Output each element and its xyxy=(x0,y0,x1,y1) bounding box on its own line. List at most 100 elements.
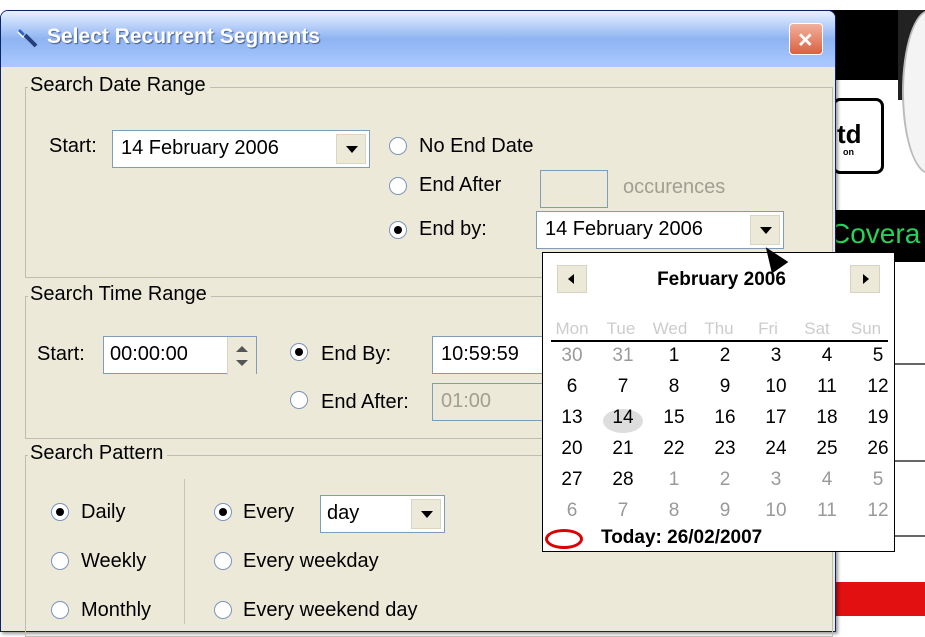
background-line xyxy=(895,535,925,537)
title-bar[interactable]: Select Recurrent Segments × xyxy=(1,11,835,67)
time-end-after-radio[interactable] xyxy=(290,391,308,409)
calendar-day[interactable]: 17 xyxy=(756,407,796,429)
calendar-day[interactable]: 18 xyxy=(807,407,847,429)
calendar-day[interactable]: 11 xyxy=(807,500,847,522)
calendar-day[interactable]: 3 xyxy=(756,469,796,491)
search-pattern-legend: Search Pattern xyxy=(28,442,168,465)
calendar-day[interactable]: 24 xyxy=(756,438,796,460)
calendar-day[interactable]: 13 xyxy=(552,407,592,429)
background-white-panel xyxy=(895,262,925,582)
time-end-by-label: End By: xyxy=(321,343,392,365)
calendar-day[interactable]: 5 xyxy=(858,345,898,367)
end-by-date-dropdown[interactable]: 14 February 2006 xyxy=(536,211,784,249)
time-start-field[interactable]: 00:00:00 xyxy=(103,336,257,375)
time-start-spinner[interactable] xyxy=(227,337,256,375)
calendar-day[interactable]: 10 xyxy=(756,500,796,522)
time-end-after-value: 01:00 xyxy=(441,390,492,412)
end-after-occurrences-field[interactable] xyxy=(540,170,608,208)
weekday-label: Tue xyxy=(606,319,636,338)
calendar-day[interactable]: 9 xyxy=(705,376,745,398)
every-dropdown[interactable]: day xyxy=(320,495,445,533)
time-end-by-field[interactable]: 10:59:59 xyxy=(432,336,544,374)
calendar-month-title: February 2006 xyxy=(657,269,786,290)
today-label[interactable]: Today: 26/02/2007 xyxy=(601,527,762,549)
background-red-bar xyxy=(826,582,925,616)
monthly-radio[interactable] xyxy=(51,601,69,619)
every-weekend-day-label: Every weekend day xyxy=(243,599,418,621)
calendar-day[interactable]: 27 xyxy=(552,469,592,491)
calendar-day[interactable]: 10 xyxy=(756,376,796,398)
calendar-day[interactable]: 15 xyxy=(654,407,694,429)
calendar-day[interactable]: 30 xyxy=(552,345,592,367)
calendar-day[interactable]: 4 xyxy=(807,469,847,491)
calendar-day[interactable]: 14 xyxy=(603,407,643,429)
time-end-by-radio[interactable] xyxy=(290,343,308,361)
weekday-label: Sat xyxy=(804,319,830,338)
calendar-day[interactable]: 23 xyxy=(705,438,745,460)
logo-text: td xyxy=(837,119,862,149)
calendar-day[interactable]: 2 xyxy=(705,345,745,367)
every-weekday-label: Every weekday xyxy=(243,550,379,572)
calendar-day[interactable]: 4 xyxy=(807,345,847,367)
calendar-day[interactable]: 3 xyxy=(756,345,796,367)
calendar-day[interactable]: 12 xyxy=(858,500,898,522)
calendar-day[interactable]: 1 xyxy=(654,469,694,491)
chevron-down-icon[interactable] xyxy=(411,499,441,529)
calendar-day[interactable]: 8 xyxy=(654,500,694,522)
chevron-right-icon[interactable] xyxy=(850,265,880,293)
end-after-radio[interactable] xyxy=(389,177,407,195)
calendar-day[interactable]: 8 xyxy=(654,376,694,398)
no-end-date-label: No End Date xyxy=(419,135,534,157)
calendar-day[interactable]: 26 xyxy=(858,438,898,460)
background-logo: td on xyxy=(832,98,884,174)
date-start-dropdown[interactable]: 14 February 2006 xyxy=(112,130,370,168)
calendar-dropdown[interactable]: February 2006 Mon Tue Wed Thu Fri Sat Sun 30 31… xyxy=(542,252,895,552)
calendar-day[interactable]: 5 xyxy=(858,469,898,491)
search-time-range-legend: Search Time Range xyxy=(28,283,211,306)
calendar-day[interactable]: 31 xyxy=(603,345,643,367)
daily-radio[interactable] xyxy=(51,503,69,521)
dialog-title: Select Recurrent Segments xyxy=(47,25,321,48)
no-end-date-radio[interactable] xyxy=(389,137,407,155)
calendar-separator xyxy=(551,340,888,342)
calendar-day[interactable]: 28 xyxy=(603,469,643,491)
calendar-day[interactable]: 7 xyxy=(603,500,643,522)
time-start-label: Start: xyxy=(37,343,85,365)
close-button[interactable]: × xyxy=(789,23,823,55)
calendar-day[interactable]: 2 xyxy=(705,469,745,491)
daily-label: Daily xyxy=(81,501,126,523)
chevron-left-icon[interactable] xyxy=(557,265,587,293)
weekly-label: Weekly xyxy=(81,550,147,572)
calendar-day[interactable]: 7 xyxy=(603,376,643,398)
calendar-day[interactable]: 21 xyxy=(603,438,643,460)
time-start-value: 00:00:00 xyxy=(110,343,188,365)
chevron-down-icon[interactable] xyxy=(336,134,366,164)
calendar-day[interactable]: 25 xyxy=(807,438,847,460)
logo-small-text: on xyxy=(843,147,854,157)
end-after-label: End After xyxy=(419,174,502,196)
background-black-panel xyxy=(828,10,898,80)
time-end-after-field[interactable]: 01:00 xyxy=(432,383,544,421)
calendar-day[interactable]: 16 xyxy=(705,407,745,429)
pattern-divider xyxy=(184,479,185,624)
every-weekday-radio[interactable] xyxy=(214,552,232,570)
calendar-day[interactable]: 9 xyxy=(705,500,745,522)
calendar-day[interactable]: 6 xyxy=(552,500,592,522)
weekday-label: Thu xyxy=(704,319,734,338)
calendar-day[interactable]: 20 xyxy=(552,438,592,460)
calendar-day[interactable]: 12 xyxy=(858,376,898,398)
calendar-day[interactable]: 19 xyxy=(858,407,898,429)
calendar-day[interactable]: 22 xyxy=(654,438,694,460)
calendar-day[interactable]: 11 xyxy=(807,376,847,398)
weekly-radio[interactable] xyxy=(51,552,69,570)
date-start-value: 14 February 2006 xyxy=(121,137,279,159)
search-date-range-legend: Search Date Range xyxy=(28,74,210,97)
calendar-day[interactable]: 1 xyxy=(654,345,694,367)
end-by-radio[interactable] xyxy=(389,221,407,239)
calendar-day[interactable]: 6 xyxy=(552,376,592,398)
weekday-label: Wed xyxy=(652,319,688,338)
chevron-down-icon[interactable] xyxy=(750,215,780,245)
every-radio[interactable] xyxy=(214,503,232,521)
weekday-label: Mon xyxy=(555,319,589,338)
every-weekend-day-radio[interactable] xyxy=(214,601,232,619)
